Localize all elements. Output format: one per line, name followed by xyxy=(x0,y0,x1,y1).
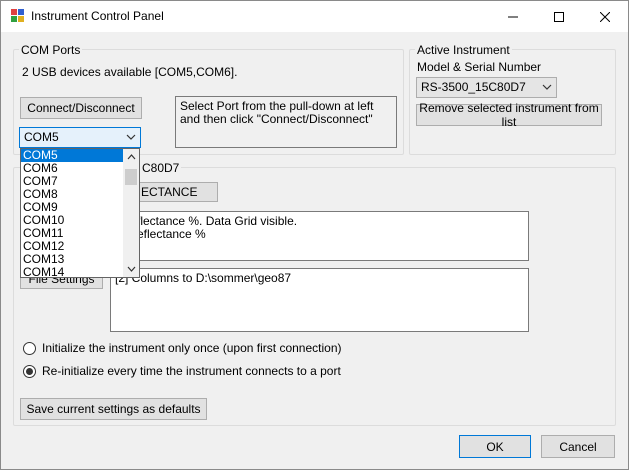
instrument-select-value: RS-3500_15C80D7 xyxy=(421,80,526,94)
title-bar: Instrument Control Panel xyxy=(1,1,628,32)
chevron-up-icon xyxy=(127,154,135,160)
remove-instrument-button[interactable]: Remove selected instrument from list xyxy=(416,101,602,129)
cancel-button[interactable]: Cancel xyxy=(541,435,615,458)
com-port-select-value: COM5 xyxy=(24,130,59,144)
scrollbar-thumb[interactable] xyxy=(125,169,137,185)
active-instrument-group-label: Active Instrument xyxy=(415,43,512,57)
app-icon xyxy=(11,9,24,22)
instrument-control-panel-window: Instrument Control Panel COM Ports 2 USB… xyxy=(0,0,629,470)
scroll-down-button[interactable] xyxy=(123,261,139,277)
ok-button[interactable]: OK xyxy=(459,435,531,458)
connect-disconnect-button[interactable]: Connect/Disconnect xyxy=(20,97,142,119)
minimize-button[interactable] xyxy=(490,1,536,32)
init-once-option[interactable]: Initialize the instrument only once (upo… xyxy=(23,341,342,355)
window-title: Instrument Control Panel xyxy=(31,9,164,23)
init-once-label: Initialize the instrument only once (upo… xyxy=(42,341,342,355)
maximize-icon xyxy=(554,11,564,22)
minimize-icon xyxy=(508,16,518,17)
connect-instructions-text: Select Port from the pull-down at left a… xyxy=(175,96,397,148)
chevron-down-icon xyxy=(542,84,552,90)
instrument-settings-group-label: C80D7 xyxy=(140,161,182,175)
maximize-button[interactable] xyxy=(536,1,582,32)
com-port-options: COM5 COM6 COM7 COM8 COM9 COM10 COM11 COM12 COM13… xyxy=(21,149,123,278)
file-info-box: [2] Columns to D:\sommer\geo87 xyxy=(110,268,529,332)
com-port-option[interactable]: COM14 xyxy=(21,266,123,278)
save-defaults-button[interactable]: Save current settings as defaults xyxy=(20,398,207,420)
com-port-dropdown-list[interactable]: COM5 COM6 COM7 COM8 COM9 COM10 COM11 COM12 COM13… xyxy=(20,148,140,278)
close-button[interactable] xyxy=(582,1,628,32)
chevron-down-icon xyxy=(126,134,136,140)
mode-info-line-2: e: Reflectance % xyxy=(115,227,206,241)
scroll-up-button[interactable] xyxy=(123,149,139,165)
init-once-radio[interactable] xyxy=(23,341,36,355)
chevron-down-icon xyxy=(127,266,135,272)
instrument-select[interactable]: RS-3500_15C80D7 xyxy=(416,77,557,98)
mode-info-box: : Reflectance %. Data Grid visible. e: R… xyxy=(110,211,529,261)
dropdown-scrollbar[interactable] xyxy=(123,149,139,277)
init-every-radio[interactable] xyxy=(23,364,36,378)
com-ports-group-label: COM Ports xyxy=(19,43,83,57)
close-icon xyxy=(600,11,610,22)
init-every-option[interactable]: Re-initialize every time the instrument … xyxy=(23,364,341,378)
model-serial-label: Model & Serial Number xyxy=(417,60,542,74)
init-every-label: Re-initialize every time the instrument … xyxy=(42,364,341,378)
com-port-select[interactable]: COM5 xyxy=(19,127,141,148)
usb-devices-text: 2 USB devices available [COM5,COM6]. xyxy=(22,65,238,79)
